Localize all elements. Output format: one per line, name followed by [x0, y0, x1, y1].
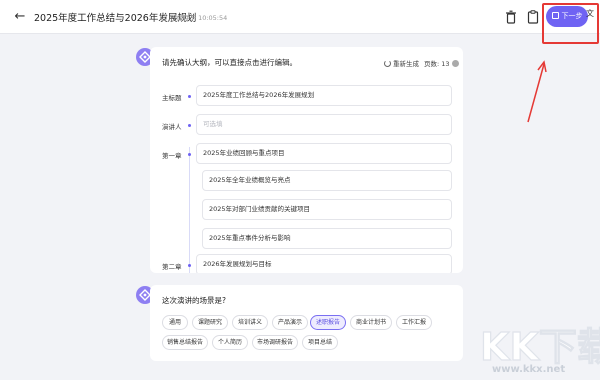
refresh-icon: [384, 60, 391, 67]
scene-option[interactable]: 通用: [162, 315, 188, 330]
row-label-speaker: 演讲人: [162, 123, 182, 131]
chapter-1-field[interactable]: 2025年业绩回顾与重点项目: [196, 143, 452, 164]
outline-dot: [188, 95, 191, 98]
scene-option[interactable]: 销售总结报告: [162, 335, 208, 350]
subitem-field[interactable]: 2025年对部门业绩贡献的关键项目: [202, 199, 452, 220]
watermark-url: www.kkx.net: [492, 364, 566, 375]
regenerate-button[interactable]: 重新生成: [384, 58, 419, 68]
chapter-2-field[interactable]: 2026年发展规划与目标: [196, 254, 452, 273]
speaker-field[interactable]: 可选填: [196, 114, 452, 135]
row-label-main-title: 主标题: [162, 94, 182, 102]
watermark-text: KK下载: [480, 325, 600, 369]
info-icon[interactable]: [451, 60, 459, 67]
scene-option[interactable]: 个人简历: [212, 335, 248, 350]
outline-prompt: 请先确认大纲，可以直接点击进行编辑。: [162, 58, 297, 67]
outline-dot: [188, 264, 191, 267]
outline-dot: [188, 153, 191, 156]
scene-option[interactable]: 培训讲义: [232, 315, 268, 330]
regenerate-label: 重新生成: [393, 60, 419, 68]
scene-option[interactable]: 商业计划书: [350, 315, 392, 330]
outline-connector: [189, 147, 190, 273]
scene-option[interactable]: 工作汇报: [396, 315, 432, 330]
outline-card: 请先确认大纲，可以直接点击进行编辑。 重新生成 页数: 13 主标题 2025年…: [150, 47, 463, 273]
scene-option[interactable]: 课题研究: [192, 315, 228, 330]
main-title-field[interactable]: 2025年度工作总结与2026年发展规划: [196, 85, 452, 106]
scene-option[interactable]: 市场调研报告: [252, 335, 298, 350]
scene-option[interactable]: 项目总结: [302, 335, 338, 350]
row-label-chapter-2: 第二章: [162, 263, 182, 271]
outline-dot: [188, 124, 191, 127]
scene-question: 这次演讲的场景是?: [162, 296, 226, 305]
page-count: 页数: 13: [424, 58, 459, 68]
row-label-chapter-1: 第一章: [162, 152, 182, 160]
scene-card: 这次演讲的场景是? 通用 课题研究 培训讲义 产品演示 述职报告 商业计划书 工…: [150, 285, 463, 361]
scene-option-selected[interactable]: 述职报告: [310, 315, 346, 330]
page-count-label: 页数: 13: [424, 60, 450, 68]
subitem-field[interactable]: 2025年重点事件分析与影响: [202, 228, 452, 249]
scene-option[interactable]: 产品演示: [272, 315, 308, 330]
subitem-field[interactable]: 2025年全年业绩概览与亮点: [202, 170, 452, 191]
